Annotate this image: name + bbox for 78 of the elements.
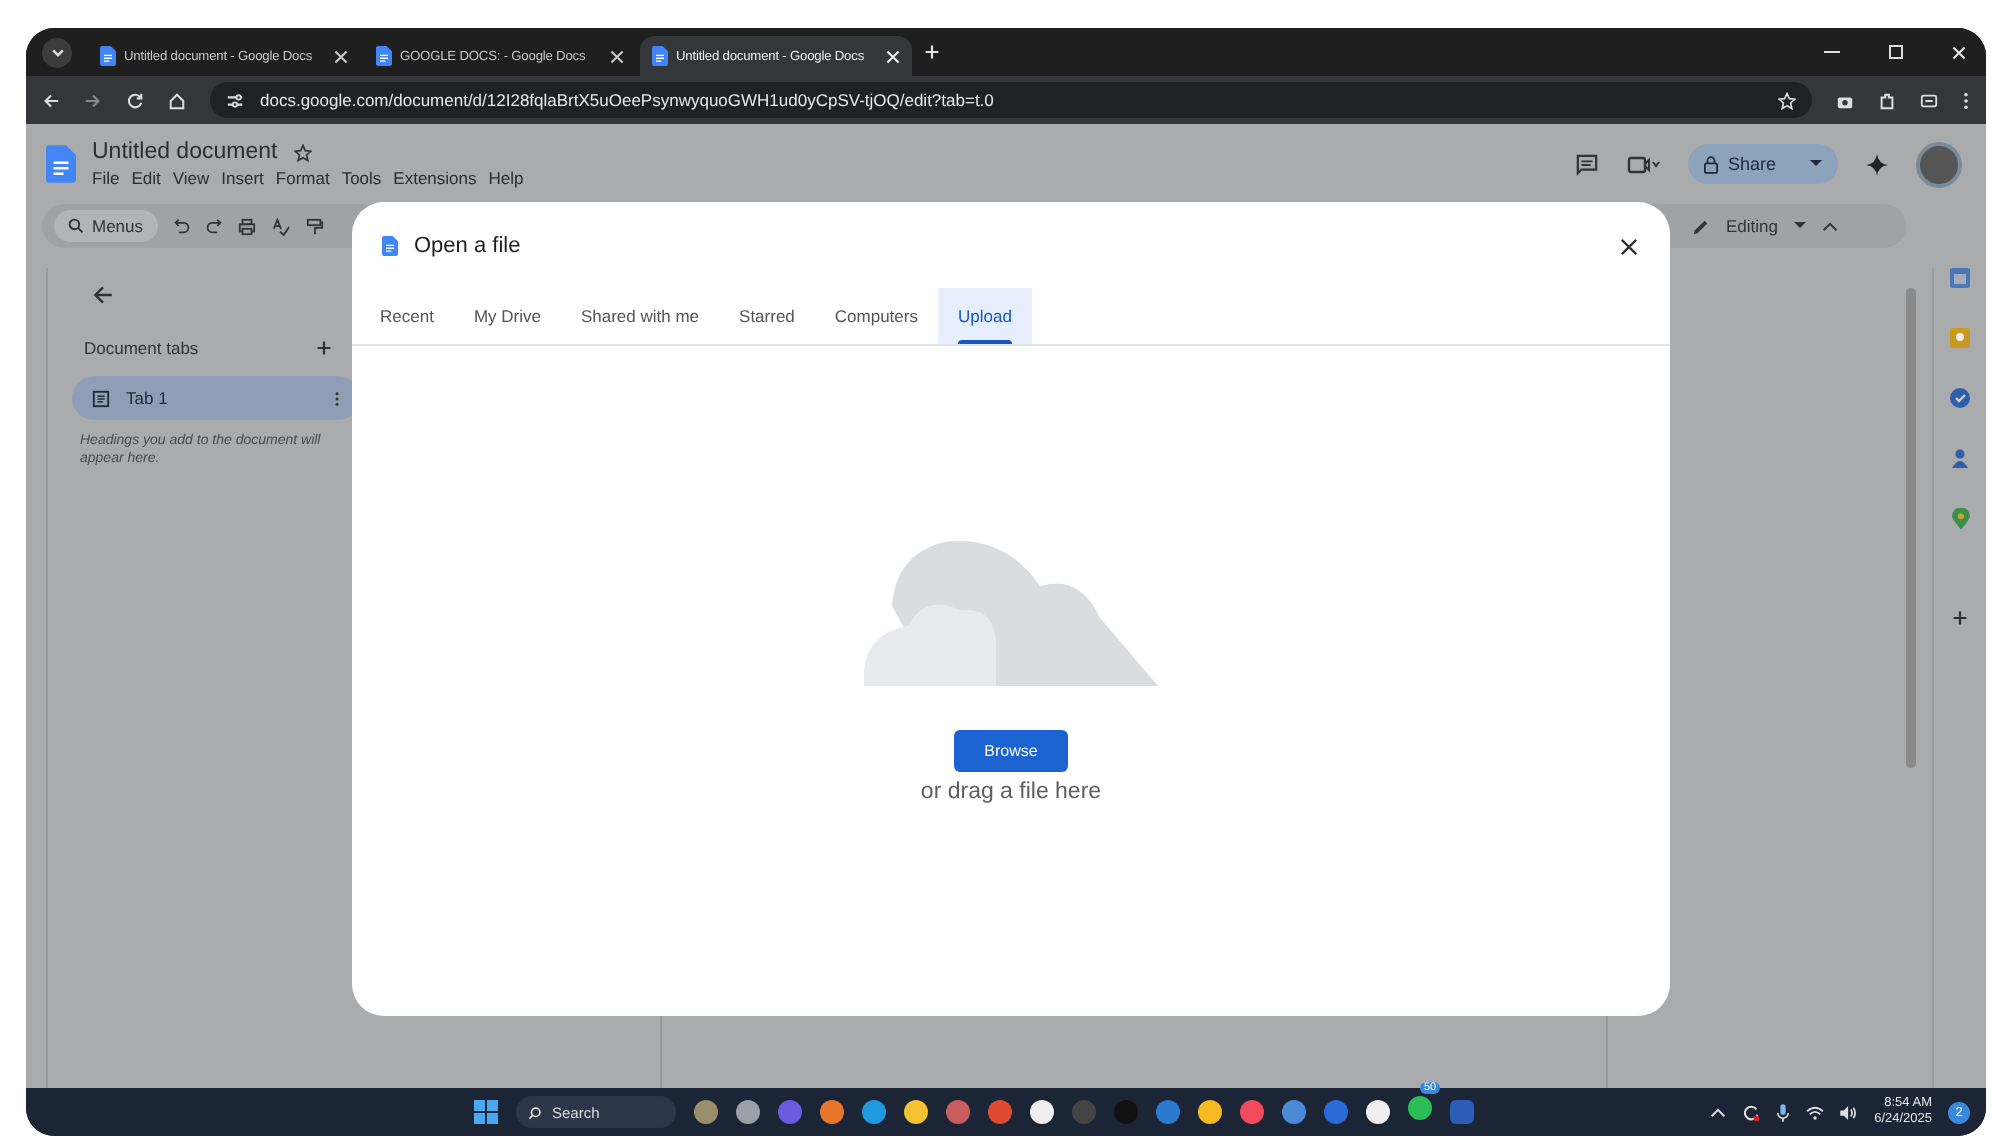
menu-item[interactable]: Format	[275, 168, 330, 188]
paint-format-icon[interactable]	[305, 217, 324, 235]
browse-button[interactable]: Browse	[954, 730, 1068, 772]
editing-mode-dropdown[interactable]: Editing	[1726, 216, 1778, 236]
pencil-icon	[1692, 217, 1710, 235]
avatar[interactable]	[1916, 141, 1962, 187]
menu-item[interactable]: File	[92, 168, 120, 188]
add-icon[interactable]	[1952, 610, 1968, 626]
menu-item[interactable]: Edit	[131, 168, 161, 188]
dialog-tab[interactable]: My Drive	[453, 288, 561, 344]
wifi-icon[interactable]	[1806, 1105, 1825, 1119]
star-icon[interactable]	[293, 143, 312, 161]
tab-search-icon[interactable]	[42, 37, 72, 67]
back-icon[interactable]	[42, 91, 60, 109]
app-icon[interactable]	[1198, 1100, 1222, 1124]
sync-icon[interactable]	[1742, 1103, 1761, 1121]
chat-app-icon[interactable]	[1408, 1096, 1432, 1120]
search-icon	[68, 218, 84, 234]
app-icon[interactable]	[1366, 1100, 1390, 1124]
dialog-tab[interactable]: Shared with me	[560, 288, 720, 344]
collapse-icon[interactable]	[1822, 221, 1838, 231]
volume-icon[interactable]	[1840, 1105, 1859, 1119]
app-icon[interactable]	[904, 1100, 928, 1124]
caret-icon[interactable]	[1810, 160, 1822, 168]
document-icon	[92, 389, 110, 407]
share-button[interactable]: Share	[1687, 144, 1838, 184]
menu-item[interactable]: View	[172, 168, 210, 188]
menu-search-field[interactable]: Menus	[54, 210, 158, 242]
comment-icon[interactable]	[1575, 153, 1598, 175]
print-icon[interactable]	[237, 217, 256, 235]
sidebar-heading: Document tabs	[84, 338, 199, 358]
document-icon	[382, 236, 398, 256]
address-bar[interactable]: docs.google.com/document/d/12I28fqlaBrtX5uOeePsynwyquoGWH1ud0yCpSV-tjOQ/edit?tab=t.0	[210, 82, 1812, 118]
menu-item[interactable]: Help	[488, 168, 524, 188]
search-icon	[528, 1105, 542, 1119]
dialog-tab[interactable]: Recent	[360, 288, 454, 344]
windows-start-icon[interactable]	[474, 1100, 498, 1124]
docs-favicon-icon	[100, 46, 116, 66]
menu-item[interactable]: Tools	[341, 168, 382, 188]
dialog-tab[interactable]: Starred	[719, 288, 815, 344]
menu-item[interactable]: Insert	[221, 168, 264, 188]
caret-icon[interactable]	[1794, 222, 1806, 230]
camera-icon[interactable]	[1836, 91, 1854, 109]
more-icon[interactable]	[1962, 91, 1970, 109]
video-call-icon[interactable]	[1625, 154, 1660, 174]
close-icon[interactable]	[1620, 237, 1638, 255]
sparkle-icon[interactable]	[1866, 153, 1888, 175]
document-title[interactable]: Untitled document	[92, 140, 278, 164]
word-app-icon[interactable]	[1450, 1100, 1474, 1124]
app-icon[interactable]	[1030, 1100, 1054, 1124]
restore-icon[interactable]	[1888, 44, 1904, 60]
forward-icon[interactable]	[84, 91, 102, 109]
docs-favicon-icon	[652, 46, 668, 66]
extensions-icon[interactable]	[1878, 91, 1896, 109]
site-settings-icon[interactable]	[226, 91, 244, 109]
dialog-title: Open a file	[414, 234, 523, 258]
home-icon[interactable]	[168, 91, 186, 109]
app-icon[interactable]	[736, 1100, 760, 1124]
contacts-icon[interactable]	[1950, 448, 1970, 468]
new-tab-icon[interactable]	[924, 44, 940, 60]
redo-icon[interactable]	[205, 218, 222, 234]
reload-icon[interactable]	[126, 91, 144, 109]
drop-hint: or drag a file here	[920, 780, 1102, 804]
back-arrow-icon[interactable]	[92, 284, 114, 306]
scrollbar[interactable]	[1906, 288, 1916, 768]
lock-icon	[1703, 155, 1718, 173]
undo-icon[interactable]	[173, 218, 190, 234]
tasks-icon[interactable]	[1950, 388, 1970, 408]
add-tab-icon[interactable]	[316, 340, 332, 356]
menu-item[interactable]: Extensions	[393, 168, 477, 188]
more-icon[interactable]	[334, 389, 340, 407]
spell-check-icon[interactable]	[271, 217, 290, 235]
dialog-tab[interactable]: Upload	[937, 288, 1032, 344]
docs-favicon-icon	[376, 46, 392, 66]
microphone-icon[interactable]	[1776, 1103, 1791, 1121]
docs-logo-icon	[46, 144, 76, 184]
chevron-up-icon[interactable]	[1710, 1107, 1727, 1117]
dialog-tab[interactable]: Computers	[814, 288, 938, 344]
